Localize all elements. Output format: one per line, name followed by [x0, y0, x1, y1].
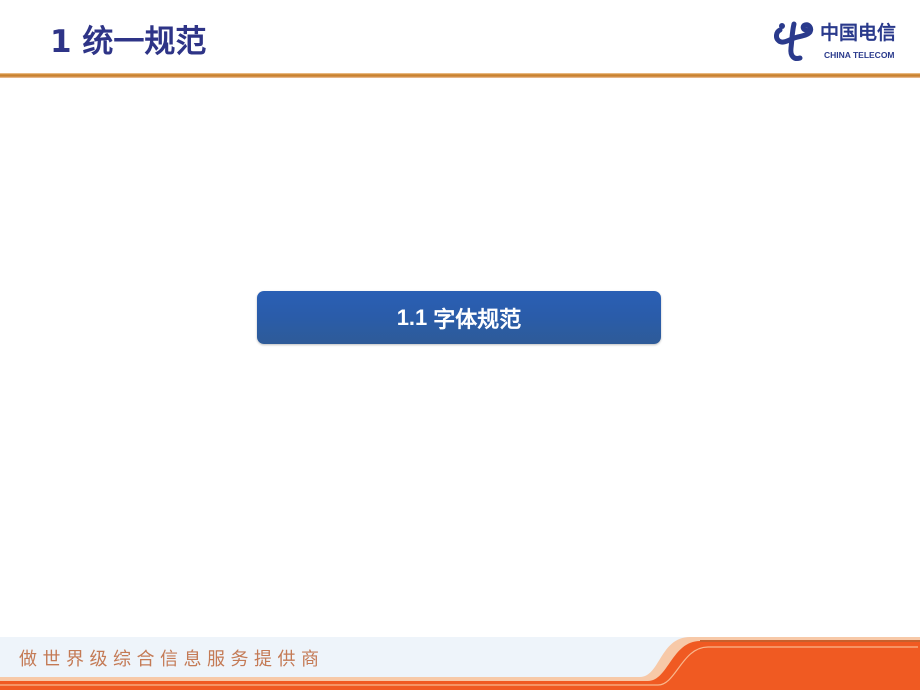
logo-english-name: CHINA TELECOM [824, 50, 895, 60]
slide-header: 1 统一规范 中国电信 CHINA TELECOM [0, 0, 920, 78]
section-label: 字体规范 [433, 307, 522, 333]
header-divider [0, 73, 920, 78]
section-link-button[interactable]: 1.1 字体规范 [257, 291, 661, 344]
china-telecom-logo-icon [774, 21, 814, 61]
slide-title: 1 统一规范 [50, 24, 207, 60]
china-telecom-logo: 中国电信 CHINA TELECOM [774, 18, 914, 64]
footer-slogan: 做世界级综合信息服务提供商 [19, 649, 325, 670]
section-number: 1.1 [396, 304, 428, 330]
logo-chinese-name: 中国电信 [820, 22, 897, 44]
